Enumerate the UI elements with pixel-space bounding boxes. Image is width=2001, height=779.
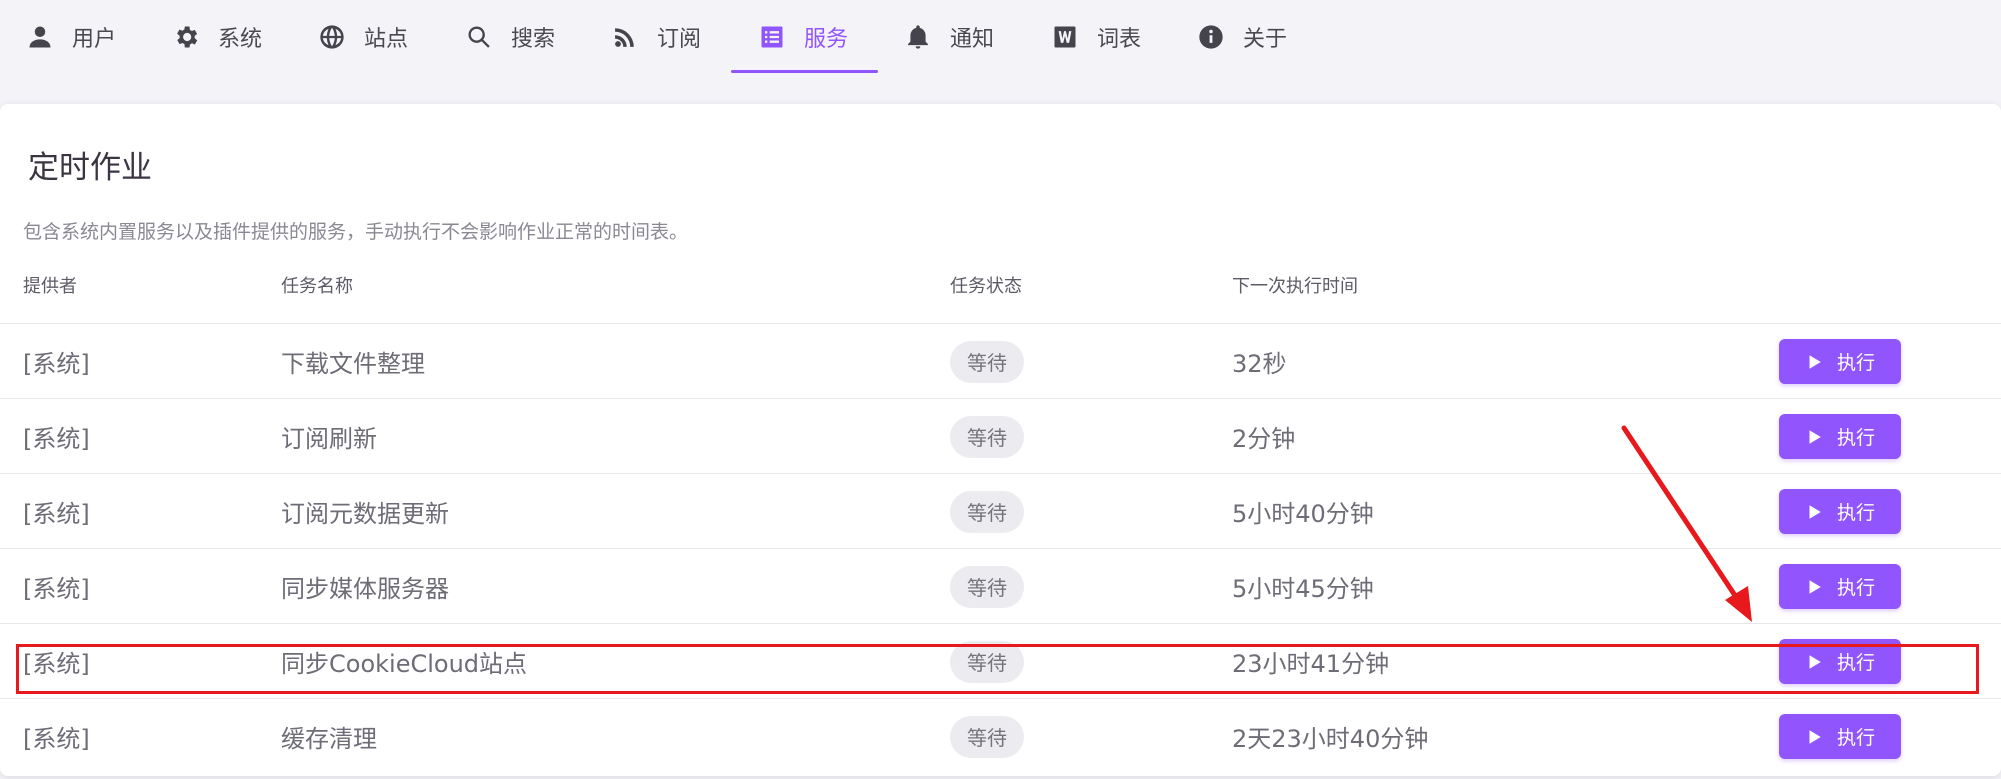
row-provider: [系统] — [23, 725, 90, 753]
tab-sites[interactable]: 站点 — [318, 0, 408, 74]
row-task-name: 缓存清理 — [281, 725, 377, 753]
row-provider: [系统] — [23, 650, 90, 678]
status-chip: 等待 — [950, 715, 1024, 758]
run-button[interactable]: 执行 — [1779, 564, 1901, 609]
list-icon — [761, 26, 783, 48]
column-header-next-run: 下一次执行时间 — [1232, 276, 1358, 297]
tab-label: 站点 — [364, 27, 409, 52]
run-button[interactable]: 执行 — [1779, 714, 1901, 759]
tab-bar: 用户 系统 站点 搜索 订阅 服务 通知 词表 关于 — [0, 0, 2001, 104]
table-row: [系统] 订阅刷新 等待 2分钟 执行 — [0, 398, 2001, 474]
tab-label: 词表 — [1097, 27, 1142, 52]
run-button-label: 执行 — [1836, 652, 1875, 674]
globe-icon — [320, 25, 344, 49]
row-task-name: 同步CookieCloud站点 — [281, 650, 528, 678]
row-task-name: 同步媒体服务器 — [281, 575, 449, 603]
row-status: 等待 — [950, 324, 1024, 399]
row-status: 等待 — [950, 624, 1024, 699]
row-task-name: 订阅元数据更新 — [281, 500, 449, 528]
status-chip: 等待 — [950, 640, 1024, 683]
run-button[interactable]: 执行 — [1779, 414, 1901, 459]
row-next-run: 2天23小时40分钟 — [1232, 725, 1429, 753]
status-chip: 等待 — [950, 490, 1024, 533]
tab-label: 通知 — [950, 27, 995, 52]
row-status: 等待 — [950, 549, 1024, 624]
bell-icon — [908, 25, 928, 49]
column-header-provider: 提供者 — [23, 276, 77, 297]
play-icon — [1809, 729, 1821, 744]
active-tab-indicator — [731, 70, 878, 73]
row-status: 等待 — [950, 699, 1024, 774]
column-header-status: 任务状态 — [950, 276, 1022, 297]
play-icon — [1809, 579, 1821, 594]
play-icon — [1809, 354, 1821, 369]
row-provider: [系统] — [23, 500, 90, 528]
table-row: [系统] 同步CookieCloud站点 等待 23小时41分钟 执行 — [0, 623, 2001, 699]
row-provider: [系统] — [23, 575, 90, 603]
row-next-run: 32秒 — [1232, 350, 1287, 378]
tab-services[interactable]: 服务 — [758, 0, 848, 74]
row-next-run: 23小时41分钟 — [1232, 650, 1390, 678]
user-icon — [29, 26, 51, 48]
table-row: [系统] 同步媒体服务器 等待 5小时45分钟 执行 — [0, 548, 2001, 624]
row-task-name: 下载文件整理 — [281, 350, 425, 378]
search-icon — [468, 26, 490, 48]
row-provider: [系统] — [23, 350, 90, 378]
status-chip: 等待 — [950, 340, 1024, 383]
play-icon — [1809, 429, 1821, 444]
row-next-run: 2分钟 — [1232, 425, 1296, 453]
row-next-run: 5小时45分钟 — [1232, 575, 1374, 603]
run-button[interactable]: 执行 — [1779, 639, 1901, 684]
tab-subscribe[interactable]: 订阅 — [611, 0, 701, 74]
card-title: 定时作业 — [28, 150, 152, 186]
scheduled-jobs-card: 定时作业 包含系统内置服务以及插件提供的服务，手动执行不会影响作业正常的时间表。… — [0, 104, 2001, 776]
table-row: [系统] 订阅元数据更新 等待 5小时40分钟 执行 — [0, 473, 2001, 549]
gear-icon — [177, 26, 198, 48]
rss-icon — [615, 28, 634, 47]
play-icon — [1809, 654, 1821, 669]
tab-label: 用户 — [72, 27, 117, 52]
row-status: 等待 — [950, 399, 1024, 474]
run-button-label: 执行 — [1836, 352, 1875, 374]
status-chip: 等待 — [950, 565, 1024, 608]
row-provider: [系统] — [23, 425, 90, 453]
run-button[interactable]: 执行 — [1779, 489, 1901, 534]
column-header-task-name: 任务名称 — [281, 276, 353, 297]
word-icon — [1054, 26, 1076, 48]
tab-label: 服务 — [804, 27, 849, 52]
tab-label: 系统 — [218, 27, 263, 52]
tab-words[interactable]: 词表 — [1051, 0, 1141, 74]
row-next-run: 5小时40分钟 — [1232, 500, 1374, 528]
table-row: [系统] 下载文件整理 等待 32秒 执行 — [0, 323, 2001, 399]
tab-system[interactable]: 系统 — [172, 0, 262, 74]
run-button-label: 执行 — [1836, 427, 1875, 449]
tab-label: 订阅 — [657, 27, 702, 52]
tab-about[interactable]: 关于 — [1197, 0, 1287, 74]
card-subtitle: 包含系统内置服务以及插件提供的服务，手动执行不会影响作业正常的时间表。 — [23, 221, 689, 243]
run-button-label: 执行 — [1836, 577, 1875, 599]
tab-users[interactable]: 用户 — [26, 0, 116, 74]
play-icon — [1809, 504, 1821, 519]
tab-search[interactable]: 搜索 — [465, 0, 555, 74]
status-chip: 等待 — [950, 415, 1024, 458]
tab-label: 关于 — [1243, 27, 1288, 52]
tab-notify[interactable]: 通知 — [904, 0, 994, 74]
row-task-name: 订阅刷新 — [281, 425, 377, 453]
run-button-label: 执行 — [1836, 502, 1875, 524]
run-button-label: 执行 — [1836, 727, 1875, 749]
info-icon — [1199, 25, 1223, 49]
table-row: [系统] 缓存清理 等待 2天23小时40分钟 执行 — [0, 698, 2001, 774]
run-button[interactable]: 执行 — [1779, 339, 1901, 384]
row-status: 等待 — [950, 474, 1024, 549]
tab-label: 搜索 — [511, 27, 556, 52]
